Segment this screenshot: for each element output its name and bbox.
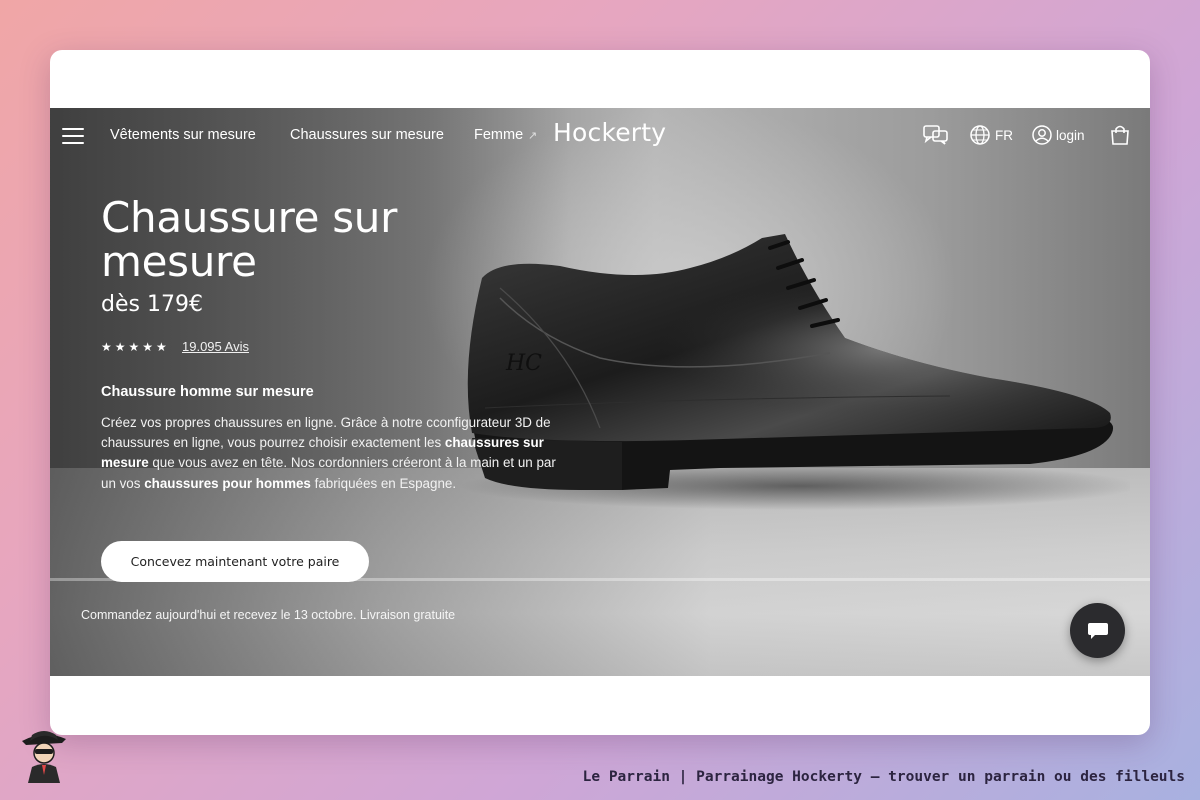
monogram-text: HC bbox=[505, 351, 542, 376]
price-label: dès 179€ bbox=[101, 292, 203, 317]
shopping-bag-icon[interactable] bbox=[1109, 124, 1131, 151]
rating-stars: ★★★★★ bbox=[101, 340, 170, 354]
page-title: Chaussure sur mesure bbox=[101, 193, 398, 286]
section-subtitle: Chaussure homme sur mesure bbox=[101, 384, 314, 400]
login-link[interactable]: login bbox=[1056, 128, 1085, 143]
external-link-icon: ↗ bbox=[528, 130, 538, 142]
le-parrain-mascot-icon bbox=[22, 731, 66, 783]
description-paragraph: Créez vos propres chaussures en ligne. G… bbox=[101, 415, 556, 491]
delivery-notice: Commandez aujourd'hui et recevez le 13 o… bbox=[81, 608, 456, 622]
globe-icon[interactable] bbox=[969, 124, 991, 151]
hamburger-icon[interactable] bbox=[62, 126, 86, 146]
chat-bubbles-icon[interactable] bbox=[923, 124, 949, 151]
nav-link-women[interactable]: Femme bbox=[474, 127, 523, 143]
chat-icon bbox=[1088, 623, 1108, 639]
user-circle-icon[interactable] bbox=[1031, 124, 1053, 151]
highlight-men-shoes: chaussures pour hommes bbox=[144, 475, 311, 491]
footer-caption: Le Parrain | Parrainage Hockerty — trouv… bbox=[582, 769, 1185, 785]
top-navigation: Vêtements sur mesure Chaussures sur mesu… bbox=[50, 108, 1150, 164]
language-selector[interactable]: FR bbox=[995, 128, 1013, 143]
chat-widget-button[interactable] bbox=[1070, 603, 1125, 658]
hero-section: HC Vêtements sur mesure Chaussures sur m… bbox=[50, 108, 1150, 676]
nav-link-custom-clothing[interactable]: Vêtements sur mesure bbox=[110, 127, 256, 143]
brand-logo[interactable]: Hockerty bbox=[553, 118, 666, 147]
design-pair-button[interactable]: Concevez maintenant votre paire bbox=[101, 541, 369, 582]
browser-frame: HC Vêtements sur mesure Chaussures sur m… bbox=[50, 50, 1150, 735]
nav-link-custom-shoes[interactable]: Chaussures sur mesure bbox=[290, 127, 444, 143]
reviews-link[interactable]: 19.095 Avis bbox=[182, 339, 249, 354]
